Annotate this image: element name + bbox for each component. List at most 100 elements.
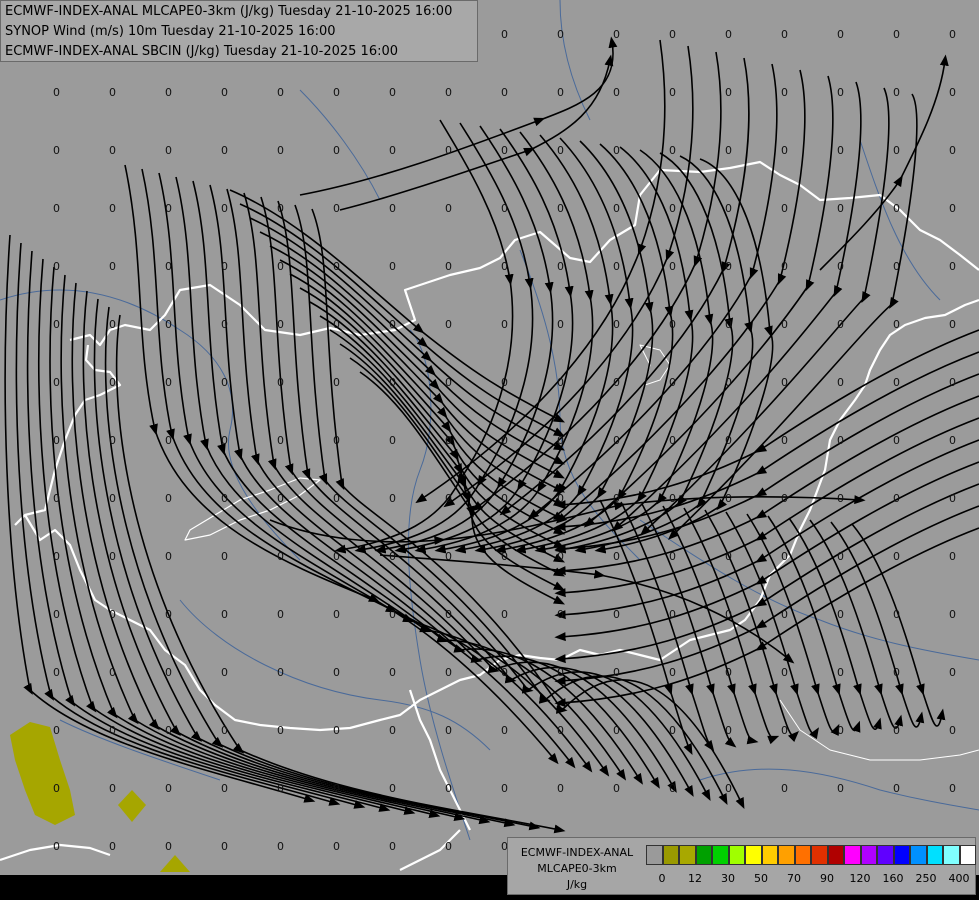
cin-value-label: 0 [893,492,900,505]
cin-value-label: 0 [109,492,116,505]
cin-value-label: 0 [837,434,844,447]
cin-value-label: 0 [949,608,956,621]
legend-tick-label: 400 [948,872,970,885]
cin-value-label: 0 [501,28,508,41]
weather-map[interactable]: 0 0 0 0 0 0 0 0 0 0 0 0 0 0 0 0 0 0 0 0 0 0 0 0 0 0 0 0 0 0 0 0 0 0 0 0 0 0 0 0… [0,0,979,900]
cin-value-label: 0 [837,608,844,621]
cin-value-label: 0 [445,724,452,737]
cin-value-label: 0 [53,550,60,563]
cin-value-label: 0 [53,492,60,505]
cin-value-label: 0 [221,376,228,389]
cin-value-label: 0 [445,260,452,273]
cin-value-label: 0 [725,376,732,389]
color-legend: ECMWF-INDEX-ANAL MLCAPE0-3km J/kg 0 12 30 5… [507,837,976,895]
cin-value-label: 0 [949,376,956,389]
cin-value-label: 0 [333,318,340,331]
cin-value-label: 0 [109,434,116,447]
cin-value-label: 0 [669,144,676,157]
cin-value-label: 0 [333,608,340,621]
legend-swatch [860,845,877,865]
cin-value-label: 0 [557,724,564,737]
cin-value-label: 0 [501,260,508,273]
cin-value-label: 0 [837,376,844,389]
cin-value-label: 0 [221,724,228,737]
cin-value-label: 0 [613,666,620,679]
legend-unit: J/kg [566,878,588,891]
cin-value-label: 0 [949,260,956,273]
cin-value-label: 0 [109,840,116,853]
cin-value-label: 0 [165,318,172,331]
cin-value-label: 0 [725,260,732,273]
cin-value-label: 0 [389,608,396,621]
cin-value-label: 0 [445,840,452,853]
outside-domain-area [0,875,470,900]
cin-value-label: 0 [949,202,956,215]
cin-value-label: 0 [165,550,172,563]
legend-swatch [910,845,927,865]
cin-value-label: 0 [389,144,396,157]
cin-value-label: 0 [893,202,900,215]
cin-value-label: 0 [109,666,116,679]
legend-swatches [646,845,976,867]
cin-value-label: 0 [445,492,452,505]
cin-value-label: 0 [445,318,452,331]
cin-value-label: 0 [221,260,228,273]
cin-value-label: 0 [837,318,844,331]
cin-value-label: 0 [445,434,452,447]
cin-value-label: 0 [557,666,564,679]
legend-tick-label: 120 [849,872,871,885]
header-line-cin: ECMWF-INDEX-ANAL SBCIN (J/kg) Tuesday 21… [5,44,399,59]
cin-value-label: 0 [669,434,676,447]
cin-value-label: 0 [445,144,452,157]
cin-value-label: 0 [277,840,284,853]
cin-value-label: 0 [725,28,732,41]
cin-value-label: 0 [613,28,620,41]
cin-value-label: 0 [501,86,508,99]
cin-value-label: 0 [277,608,284,621]
cin-value-label: 0 [557,144,564,157]
legend-parameter: MLCAPE0-3km [537,862,617,875]
cin-value-label: 0 [781,28,788,41]
legend-swatch [712,845,729,865]
cin-value-label: 0 [781,434,788,447]
cin-value-label: 0 [277,782,284,795]
cin-value-label: 0 [725,608,732,621]
cin-value-label: 0 [669,376,676,389]
legend-swatch [926,845,943,865]
cin-value-label: 0 [725,782,732,795]
cin-value-label: 0 [781,492,788,505]
cin-value-label: 0 [893,550,900,563]
legend-swatch [679,845,696,865]
cin-value-label: 0 [557,550,564,563]
cin-value-label: 0 [333,434,340,447]
cin-value-label: 0 [53,724,60,737]
cin-value-label: 0 [53,144,60,157]
cin-value-label: 0 [669,782,676,795]
cin-value-label: 0 [109,376,116,389]
cin-value-label: 0 [949,724,956,737]
cin-value-label: 0 [949,666,956,679]
cin-value-label: 0 [893,434,900,447]
cin-value-label: 0 [557,318,564,331]
cin-value-label: 0 [53,434,60,447]
cin-value-label: 0 [277,318,284,331]
cin-value-label: 0 [389,492,396,505]
cin-value-label: 0 [557,202,564,215]
cin-value-label: 0 [445,86,452,99]
cin-value-label: 0 [501,434,508,447]
cin-value-label: 0 [165,86,172,99]
cin-value-label: 0 [221,86,228,99]
cin-value-label: 0 [781,86,788,99]
cin-value-label: 0 [389,260,396,273]
cin-value-label: 0 [53,86,60,99]
cin-value-label: 0 [669,666,676,679]
cin-value-label: 0 [949,86,956,99]
cin-value-label: 0 [613,434,620,447]
legend-tick-label: 0 [658,872,666,885]
cin-value-label: 0 [389,550,396,563]
cin-value-label: 0 [333,260,340,273]
cin-value-label: 0 [837,782,844,795]
cin-value-label: 0 [557,492,564,505]
cin-value-label: 0 [669,202,676,215]
cin-value-label: 0 [165,202,172,215]
